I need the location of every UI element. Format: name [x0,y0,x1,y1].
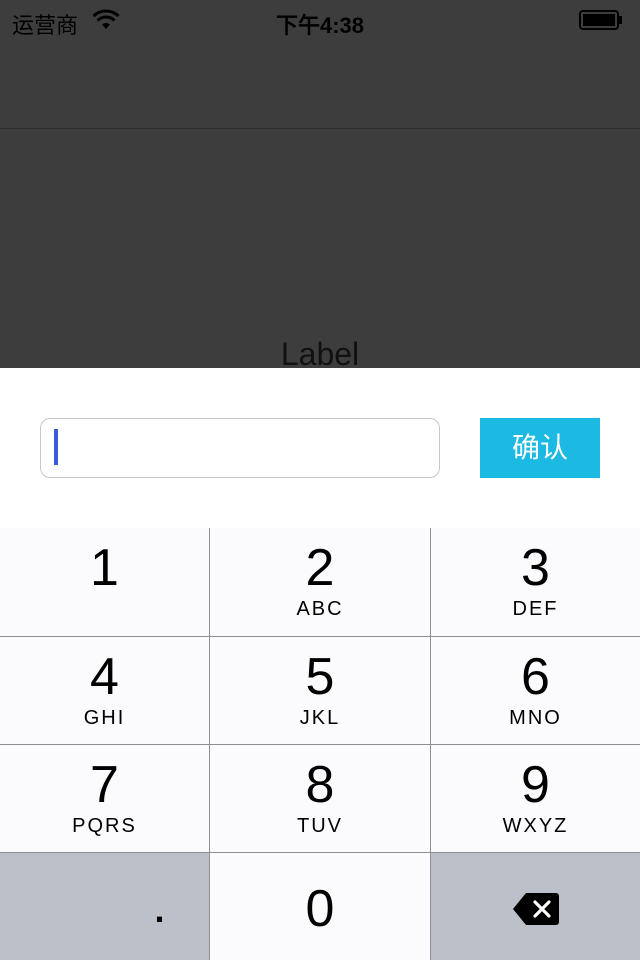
decimal-label: . [154,889,165,930]
key-digit: 1 [90,539,119,597]
key-digit: 6 [521,648,550,706]
status-bar: 运营商 下午4:38 [0,0,640,40]
key-9[interactable]: 9 WXYZ [431,745,640,852]
key-digit: 4 [90,648,119,706]
confirm-button[interactable]: 确认 [480,418,600,478]
key-letters: MNO [509,707,562,729]
text-caret [54,429,58,465]
key-letters: ABC [296,598,344,620]
key-decimal[interactable]: . [0,853,209,960]
key-letters: TUV [297,815,343,837]
key-divider [430,528,431,960]
key-letters: PQRS [72,815,137,837]
battery-icon [579,10,622,30]
key-5[interactable]: 5 JKL [210,637,430,744]
key-digit: 5 [305,648,335,706]
key-digit: 9 [521,756,550,814]
clock: 下午4:38 [275,13,365,38]
key-divider [0,744,640,745]
key-digit: 2 [305,539,335,597]
key-digit: 7 [90,756,119,814]
key-digit: 0 [305,880,335,938]
navigation-bar [0,40,640,129]
key-8[interactable]: 8 TUV [210,745,430,852]
key-letters: JKL [299,707,341,729]
key-digit: 3 [521,539,550,597]
key-0[interactable]: 0 [210,853,430,960]
key-4[interactable]: 4 GHI [0,637,209,744]
key-letters: GHI [83,707,126,729]
key-3[interactable]: 3 DEF [431,528,640,636]
number-input-field[interactable] [40,418,440,478]
key-letters: WXYZ [502,815,569,837]
key-digit: 8 [305,756,335,814]
backspace-icon [513,893,559,925]
key-divider [0,636,640,637]
key-7[interactable]: 7 PQRS [0,745,209,852]
key-6[interactable]: 6 MNO [431,637,640,744]
key-1[interactable]: 1 [0,528,209,636]
key-letters: DEF [512,598,559,620]
key-divider [0,852,640,853]
input-panel: 确认 [0,368,640,528]
key-divider [209,528,210,960]
key-2[interactable]: 2 ABC [210,528,430,636]
